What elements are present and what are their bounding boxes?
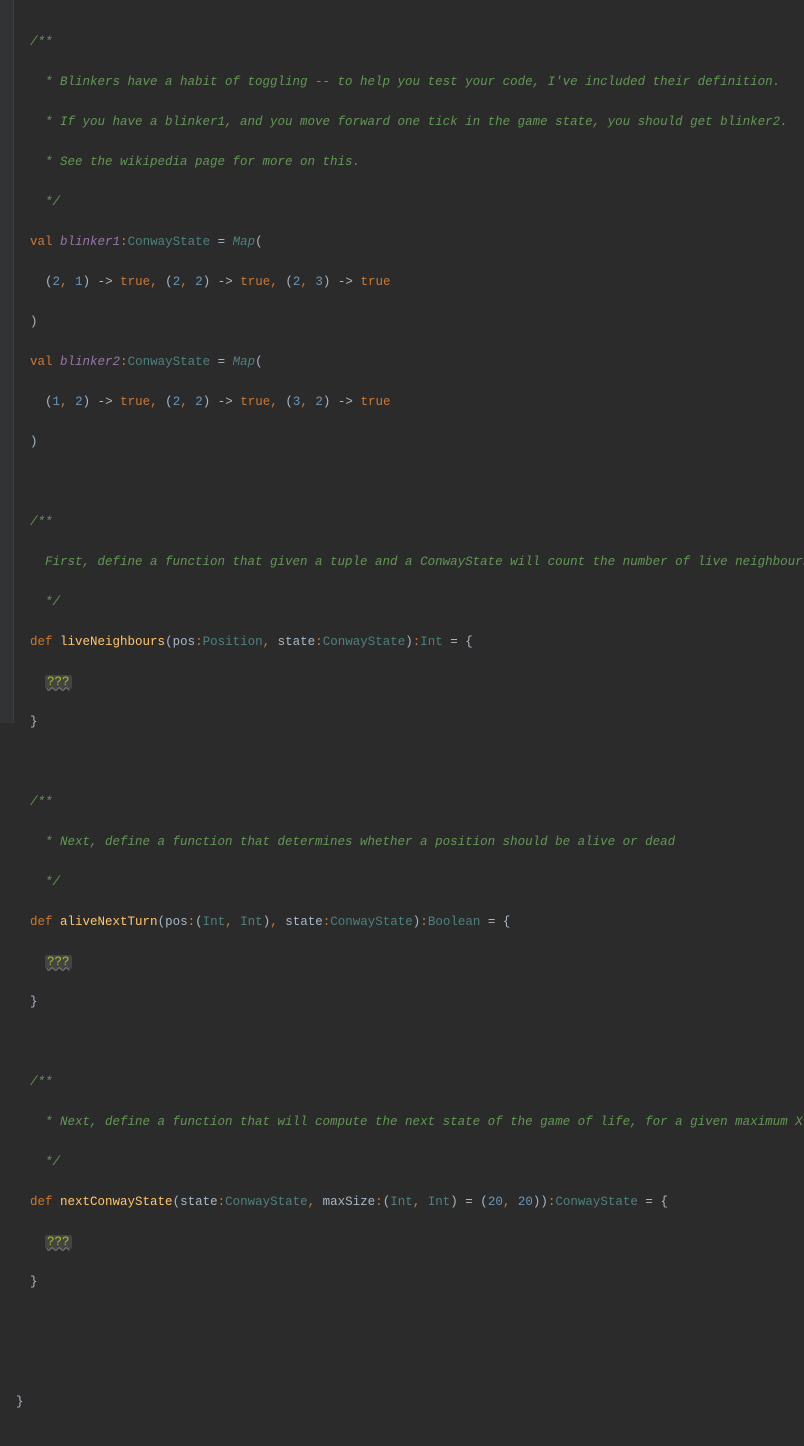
type: Int [390, 1195, 413, 1209]
arrow: -> [330, 395, 360, 409]
type: ConwayState [128, 235, 211, 249]
param: state [285, 915, 323, 929]
number: 2 [195, 395, 203, 409]
keyword-true: true [360, 395, 390, 409]
comment-text: */ [30, 1155, 60, 1169]
gutter [0, 0, 14, 723]
keyword-val: val [30, 355, 53, 369]
keyword-true: true [360, 275, 390, 289]
todo-placeholder: ??? [45, 675, 72, 689]
comment-text: */ [30, 595, 60, 609]
param: pos [165, 915, 188, 929]
equals: = [210, 355, 233, 369]
code-area[interactable]: /** * Blinkers have a habit of toggling … [14, 0, 804, 723]
comment-text: */ [30, 875, 60, 889]
keyword-true: true [120, 275, 150, 289]
keyword-true: true [240, 275, 270, 289]
comment-text: /** [30, 515, 53, 529]
number: 2 [195, 275, 203, 289]
todo-placeholder: ??? [45, 1235, 72, 1249]
arrow: -> [210, 275, 240, 289]
number: 1 [75, 275, 83, 289]
comment-text: /** [30, 1075, 53, 1089]
type: ConwayState [323, 635, 406, 649]
comment-text: * Blinkers have a habit of toggling -- t… [30, 75, 780, 89]
number: 3 [315, 275, 323, 289]
keyword-def: def [30, 915, 53, 929]
comment-text: * Next, define a function that determine… [30, 835, 675, 849]
type: ConwayState [555, 1195, 638, 1209]
comment-text: First, define a function that given a tu… [30, 555, 804, 569]
identifier: blinker2 [60, 355, 120, 369]
comment-text: * If you have a blinker1, and you move f… [30, 115, 788, 129]
type: Int [240, 915, 263, 929]
number: 2 [75, 395, 83, 409]
arrow: -> [330, 275, 360, 289]
keyword-def: def [30, 1195, 53, 1209]
function-name: nextConwayState [60, 1195, 173, 1209]
keyword-true: true [240, 395, 270, 409]
todo-placeholder: ??? [45, 955, 72, 969]
type: Position [203, 635, 263, 649]
type: ConwayState [128, 355, 211, 369]
comment-text: * See the wikipedia page for more on thi… [30, 155, 360, 169]
param: pos [173, 635, 196, 649]
type: Int [203, 915, 226, 929]
comment-text: /** [30, 795, 53, 809]
code-editor[interactable]: /** * Blinkers have a habit of toggling … [0, 0, 804, 723]
number: 2 [315, 395, 323, 409]
number: 2 [53, 275, 61, 289]
type: ConwayState [330, 915, 413, 929]
keyword-def: def [30, 635, 53, 649]
comment-text: * Next, define a function that will comp… [30, 1115, 804, 1129]
equals: = [210, 235, 233, 249]
arrow: -> [210, 395, 240, 409]
number: 1 [53, 395, 61, 409]
function-name: aliveNextTurn [60, 915, 158, 929]
type: ConwayState [225, 1195, 308, 1209]
type: Int [420, 635, 443, 649]
identifier: blinker1 [60, 235, 120, 249]
keyword-true: true [120, 395, 150, 409]
type: Boolean [428, 915, 481, 929]
type-map: Map [233, 235, 256, 249]
type: Int [428, 1195, 451, 1209]
param: state [180, 1195, 218, 1209]
function-name: liveNeighbours [60, 635, 165, 649]
comment-text: /** [30, 35, 53, 49]
param: maxSize [323, 1195, 376, 1209]
number: 20 [518, 1195, 533, 1209]
keyword-val: val [30, 235, 53, 249]
comment-text: */ [30, 195, 60, 209]
arrow: -> [90, 275, 120, 289]
type-map: Map [233, 355, 256, 369]
param: state [278, 635, 316, 649]
arrow: -> [90, 395, 120, 409]
number: 20 [488, 1195, 503, 1209]
